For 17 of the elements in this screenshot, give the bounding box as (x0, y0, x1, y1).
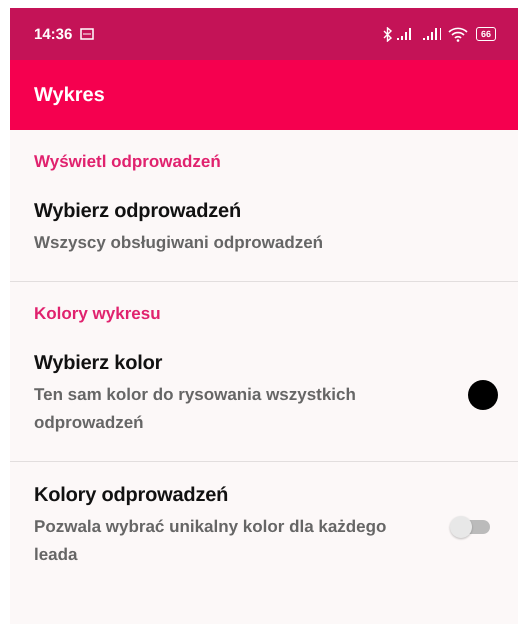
setting-title[interactable]: Wybierz kolor (34, 352, 468, 375)
clock: 14:36 (34, 26, 72, 42)
color-swatch[interactable] (468, 380, 498, 410)
setting-summary: Pozwala wybrać unikalny kolor dla każdego leada (34, 516, 388, 566)
notification-icon (80, 28, 94, 40)
battery-icon: 66 (476, 27, 496, 41)
setting-title[interactable]: Wybierz odprowadzeń (34, 200, 504, 223)
app-bar-title: Wykres (34, 84, 105, 106)
signal-icon (422, 27, 444, 41)
section-header: Kolory wykresu (34, 304, 162, 324)
setting-summary: Wszyscy obsługiwani odprowadzeń (34, 232, 324, 254)
bluetooth-icon (382, 26, 392, 42)
wifi-icon (448, 26, 468, 42)
setting-summary: Ten sam kolor do rysowania wszystkich odprowadzeń (34, 384, 357, 434)
setting-title[interactable]: Kolory odprowadzeń (34, 484, 450, 507)
toggle-switch[interactable] (450, 516, 490, 538)
section-header: Wyświetl odprowadzeń (34, 152, 222, 172)
